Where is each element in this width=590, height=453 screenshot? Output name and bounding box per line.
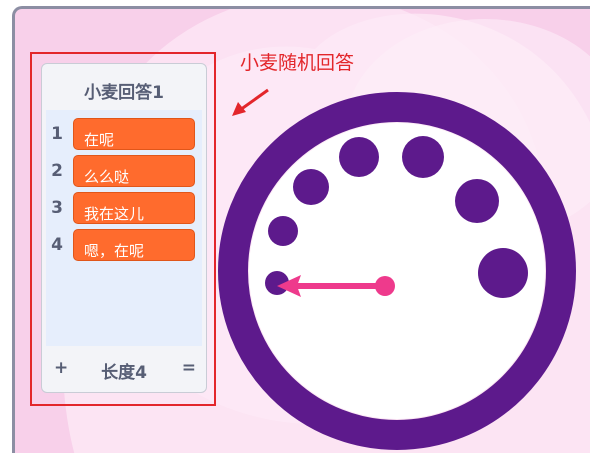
- clock-dot: [268, 216, 298, 246]
- highlight-box: [30, 52, 216, 406]
- clock-dot: [293, 169, 329, 205]
- clock-sprite[interactable]: [218, 92, 576, 450]
- clock-dot: [339, 137, 379, 177]
- clock-dot: [455, 179, 499, 223]
- red-arrow-icon: [232, 88, 269, 116]
- annotation-label: 小麦随机回答: [240, 52, 355, 74]
- clock-dot: [478, 248, 528, 298]
- clock-dot: [402, 136, 444, 178]
